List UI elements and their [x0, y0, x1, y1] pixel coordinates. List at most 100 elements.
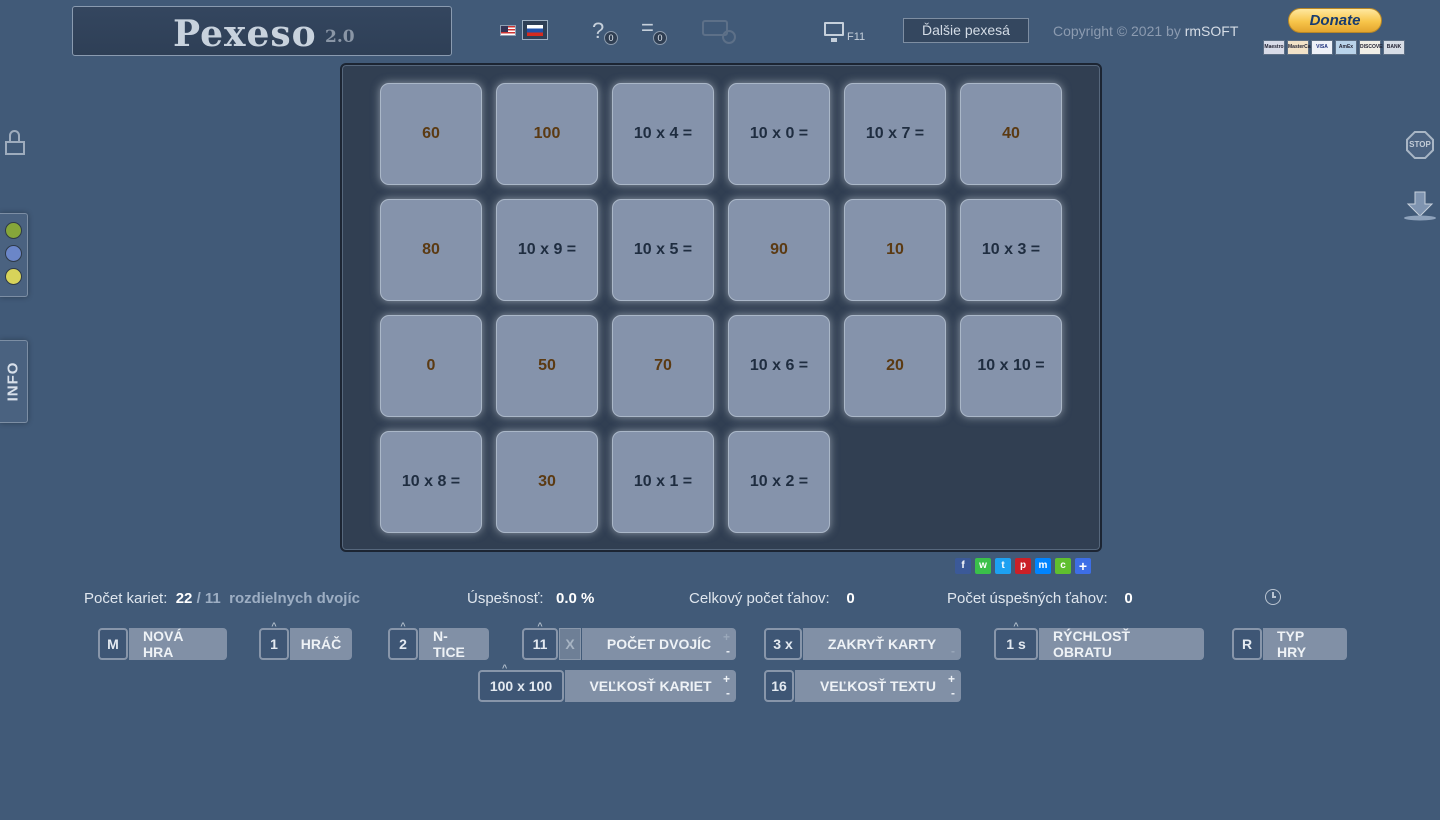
pairs-value: 11 — [532, 636, 548, 652]
card-size-plus[interactable]: + — [723, 673, 730, 685]
donate-button[interactable]: Donate — [1288, 8, 1382, 33]
unlock-icon[interactable] — [5, 130, 25, 156]
pairs-key[interactable]: ^ 11 — [522, 621, 558, 660]
copyright-owner-link[interactable]: rmSOFT — [1185, 23, 1239, 39]
list-icon[interactable]: = — [641, 15, 654, 41]
memory-card[interactable]: 10 x 10 = — [960, 315, 1062, 417]
info-tab[interactable]: INFO — [0, 340, 28, 423]
memory-card[interactable]: 0 — [380, 315, 482, 417]
share-more-icon[interactable]: + — [1075, 558, 1091, 574]
memory-card[interactable]: 80 — [380, 199, 482, 301]
memory-card[interactable]: 10 x 2 = — [728, 431, 830, 533]
memory-card[interactable]: 90 — [728, 199, 830, 301]
player-color-green[interactable] — [5, 222, 22, 239]
memory-card[interactable]: 60 — [380, 83, 482, 185]
ntuples-key[interactable]: ^ 2 — [388, 621, 418, 660]
pairs-x-button[interactable]: X — [559, 628, 581, 660]
players-value: 1 — [270, 636, 278, 652]
pinterest-icon[interactable]: p — [1015, 558, 1031, 574]
pairs-control: ^ 11 X POČET DVOJÍC + - — [522, 621, 736, 660]
list-badge: 0 — [653, 31, 667, 45]
whatsapp-icon[interactable]: w — [975, 558, 991, 574]
hide-cards-key[interactable]: 3 x — [764, 628, 802, 660]
game-type-key[interactable]: R — [1232, 628, 1262, 660]
total-moves-value: 0 — [846, 590, 855, 607]
flip-speed-button[interactable]: RÝCHLOSŤ OBRATU — [1039, 628, 1204, 660]
success-rate-label: Úspešnosť: — [467, 590, 544, 607]
successful-moves-value: 0 — [1124, 590, 1133, 607]
app-title: Pexeso — [173, 13, 317, 55]
keyboard-badge-icon — [722, 30, 736, 44]
memory-card[interactable]: 10 x 6 = — [728, 315, 830, 417]
memory-card[interactable]: 10 x 9 = — [496, 199, 598, 301]
players-button[interactable]: HRÁČ — [290, 628, 352, 660]
stop-icon[interactable]: STOP — [1406, 131, 1434, 159]
hide-cards-button[interactable]: ZAKRYŤ KARTY - — [803, 628, 961, 660]
download-arrow-icon[interactable] — [1402, 190, 1438, 222]
player-color-blue[interactable] — [5, 245, 22, 262]
card-size-key[interactable]: ^ 100 x 100 — [478, 663, 564, 702]
game-board: 60 100 10 x 4 = 10 x 0 = 10 x 7 = 40 80 10 x 9 … — [340, 63, 1102, 552]
payment-card-mastercard: MasterCard — [1287, 40, 1316, 55]
memory-card[interactable]: 10 x 3 = — [960, 199, 1062, 301]
share-bar: f w t p m c + — [955, 558, 1091, 574]
success-rate-value: 0.0 % — [556, 590, 595, 607]
wechat-icon[interactable]: c — [1055, 558, 1071, 574]
flip-speed-key[interactable]: ^ 1 s — [994, 621, 1038, 660]
english-flag-icon[interactable] — [500, 25, 516, 36]
payment-cards: Maestro MasterCard VISA AmEx DISCOVER BA… — [1263, 40, 1405, 55]
new-game-control: M NOVÁ HRA — [98, 628, 227, 660]
memory-card[interactable]: 70 — [612, 315, 714, 417]
more-games-button[interactable]: Ďalšie pexesá — [903, 18, 1029, 43]
flip-speed-control: ^ 1 s RÝCHLOSŤ OBRATU — [994, 621, 1204, 660]
flip-speed-value: 1 s — [1006, 636, 1026, 652]
fullscreen-shortcut: F11 — [847, 31, 866, 43]
card-size-button[interactable]: VEĽKOSŤ KARIET + - — [565, 670, 736, 702]
copyright-text: Copyright © 2021 by — [1053, 23, 1181, 39]
players-key[interactable]: ^ 1 — [259, 621, 289, 660]
twitter-icon[interactable]: t — [995, 558, 1011, 574]
successful-moves-stat: Počet úspešných ťahov: 0 — [947, 590, 1133, 607]
memory-card[interactable]: 10 x 0 = — [728, 83, 830, 185]
fullscreen-icon[interactable] — [824, 22, 844, 42]
text-size-plus[interactable]: + — [948, 673, 955, 685]
messenger-icon[interactable]: m — [1035, 558, 1051, 574]
memory-card[interactable]: 10 x 4 = — [612, 83, 714, 185]
caret-up-icon: ^ — [1013, 621, 1019, 631]
caret-up-icon: ^ — [501, 663, 508, 673]
slovak-flag-button[interactable] — [522, 20, 548, 40]
slovak-flag-icon — [527, 25, 543, 36]
clock-icon[interactable] — [1265, 589, 1281, 605]
memory-card[interactable]: 10 x 7 = — [844, 83, 946, 185]
game-type-button[interactable]: TYP HRY — [1263, 628, 1347, 660]
memory-card[interactable]: 100 — [496, 83, 598, 185]
stop-label: STOP — [1409, 140, 1431, 149]
text-size-key[interactable]: 16 — [764, 670, 794, 702]
memory-card[interactable]: 40 — [960, 83, 1062, 185]
pairs-plus[interactable]: + — [723, 631, 730, 643]
cards-count-label: Počet kariet: — [84, 590, 168, 607]
ntuples-button[interactable]: N-TICE — [419, 628, 489, 660]
text-size-label: VEĽKOSŤ TEXTU — [820, 678, 936, 694]
memory-card[interactable]: 10 x 5 = — [612, 199, 714, 301]
hide-cards-minus[interactable]: - — [951, 645, 955, 657]
card-size-minus[interactable]: - — [726, 687, 730, 699]
game-type-control: R TYP HRY — [1232, 628, 1347, 660]
facebook-icon[interactable]: f — [955, 558, 971, 574]
memory-card[interactable]: 50 — [496, 315, 598, 417]
text-size-minus[interactable]: - — [951, 687, 955, 699]
memory-card[interactable]: 30 — [496, 431, 598, 533]
memory-card[interactable]: 10 — [844, 199, 946, 301]
text-size-button[interactable]: VEĽKOSŤ TEXTU + - — [795, 670, 961, 702]
pairs-button[interactable]: POČET DVOJÍC + - — [582, 628, 736, 660]
pairs-minus[interactable]: - — [726, 645, 730, 657]
new-game-button[interactable]: NOVÁ HRA — [129, 628, 227, 660]
help-icon[interactable]: ? — [592, 18, 604, 44]
memory-card[interactable]: 20 — [844, 315, 946, 417]
memory-card[interactable]: 10 x 8 = — [380, 431, 482, 533]
new-game-key[interactable]: M — [98, 628, 128, 660]
memory-card[interactable]: 10 x 1 = — [612, 431, 714, 533]
info-tab-label: INFO — [4, 361, 22, 402]
total-moves-label: Celkový počet ťahov: — [689, 590, 830, 607]
player-color-yellow[interactable] — [5, 268, 22, 285]
